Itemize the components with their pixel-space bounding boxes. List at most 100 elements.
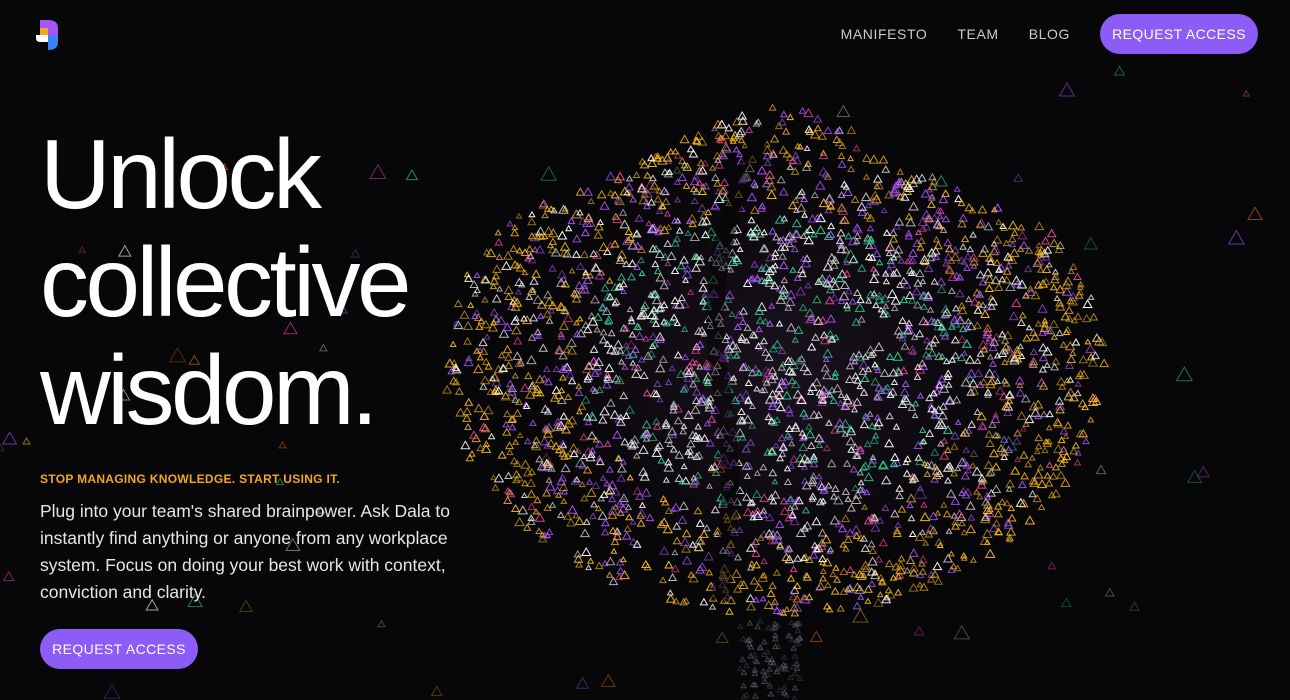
particle-triangle xyxy=(590,262,601,272)
particle-triangle xyxy=(778,117,787,126)
particle-triangle xyxy=(872,249,882,258)
particle-triangle xyxy=(976,492,984,500)
nav-link-team[interactable]: TEAM xyxy=(957,24,998,44)
particle-triangle xyxy=(969,449,979,458)
particle-triangle xyxy=(599,328,608,336)
particle-triangle xyxy=(703,419,712,427)
particle-triangle xyxy=(598,335,608,344)
particle-triangle xyxy=(752,596,760,603)
particle-triangle xyxy=(559,373,567,381)
nav-link-blog[interactable]: BLOG xyxy=(1029,24,1070,44)
particle-triangle xyxy=(925,429,935,437)
particle-triangle xyxy=(977,248,988,257)
particle-triangle xyxy=(656,396,664,403)
particle-triangle xyxy=(1078,354,1089,364)
particle-triangle xyxy=(639,471,650,481)
particle-triangle xyxy=(626,474,634,481)
particle-triangle xyxy=(699,529,709,538)
particle-triangle xyxy=(571,250,581,258)
particle-triangle xyxy=(626,306,634,313)
dala-logo-icon[interactable] xyxy=(34,18,62,52)
particle-triangle xyxy=(895,484,904,492)
particle-triangle xyxy=(880,207,888,214)
particle-triangle xyxy=(907,514,916,522)
particle-triangle xyxy=(736,151,744,158)
particle-triangle xyxy=(923,263,934,273)
particle-triangle xyxy=(897,504,907,513)
particle-triangle xyxy=(760,557,768,565)
particle-triangle xyxy=(794,142,802,149)
particle-triangle xyxy=(775,519,785,528)
particle-triangle xyxy=(958,213,968,222)
hero-request-access-button[interactable]: REQUEST ACCESS xyxy=(40,629,198,669)
particle-triangle xyxy=(665,593,676,603)
particle-triangle xyxy=(1013,173,1024,182)
particle-triangle xyxy=(780,653,788,660)
particle-triangle xyxy=(574,388,584,396)
particle-triangle xyxy=(870,377,881,386)
particle-triangle xyxy=(857,207,868,216)
particle-triangle xyxy=(585,564,593,571)
particle-triangle xyxy=(836,604,845,612)
particle-triangle xyxy=(856,468,864,476)
particle-triangle xyxy=(1032,493,1042,503)
particle-triangle xyxy=(769,134,780,143)
particle-triangle xyxy=(511,325,522,335)
particle-triangle xyxy=(612,429,623,439)
particle-triangle xyxy=(641,487,652,497)
particle-triangle xyxy=(549,501,557,508)
particle-triangle xyxy=(1073,458,1082,466)
particle-triangle xyxy=(803,145,811,152)
particle-triangle xyxy=(731,568,742,578)
particle-triangle xyxy=(670,313,679,321)
particle-triangle xyxy=(798,303,808,311)
particle-triangle xyxy=(966,245,974,253)
particle-triangle xyxy=(533,496,542,504)
particle-triangle xyxy=(867,540,876,548)
particle-triangle xyxy=(1082,299,1093,309)
particle-triangle xyxy=(545,476,553,483)
particle-triangle xyxy=(973,357,982,364)
particle-triangle xyxy=(598,415,608,424)
particle-triangle xyxy=(595,385,604,393)
particle-triangle xyxy=(1008,240,1017,248)
particle-triangle xyxy=(908,548,919,557)
particle-triangle xyxy=(899,387,910,397)
particle-triangle xyxy=(582,518,591,525)
particle-triangle xyxy=(680,422,688,429)
particle-triangle xyxy=(566,517,576,527)
particle-triangle xyxy=(919,426,927,433)
particle-triangle xyxy=(878,538,888,547)
particle-triangle xyxy=(791,695,798,700)
particle-triangle xyxy=(879,368,890,377)
particle-triangle xyxy=(1247,206,1263,220)
particle-triangle xyxy=(784,404,794,413)
particle-triangle xyxy=(807,382,818,392)
particle-triangle xyxy=(852,608,869,623)
particle-triangle xyxy=(857,315,866,323)
particle-triangle xyxy=(580,395,591,404)
particle-triangle xyxy=(973,488,981,495)
particle-triangle xyxy=(748,402,756,410)
particle-triangle xyxy=(523,437,532,445)
particle-triangle xyxy=(994,377,1002,384)
particle-triangle xyxy=(727,352,735,359)
particle-triangle xyxy=(911,412,919,419)
particle-triangle xyxy=(510,504,521,513)
particle-triangle xyxy=(819,567,827,575)
particle-triangle xyxy=(1007,513,1017,522)
particle-triangle xyxy=(1045,424,1053,431)
particle-triangle xyxy=(926,306,935,313)
particle-triangle xyxy=(513,336,523,345)
particle-triangle xyxy=(709,164,717,171)
particle-triangle xyxy=(743,472,751,479)
particle-triangle xyxy=(587,197,595,205)
particle-triangle xyxy=(684,229,692,236)
particle-triangle xyxy=(623,524,632,532)
particle-triangle xyxy=(866,224,875,232)
particle-triangle xyxy=(890,378,899,385)
header-request-access-button[interactable]: REQUEST ACCESS xyxy=(1100,14,1258,54)
nav-link-manifesto[interactable]: MANIFESTO xyxy=(841,24,928,44)
particle-triangle xyxy=(876,591,884,598)
particle-triangle xyxy=(1037,503,1046,510)
